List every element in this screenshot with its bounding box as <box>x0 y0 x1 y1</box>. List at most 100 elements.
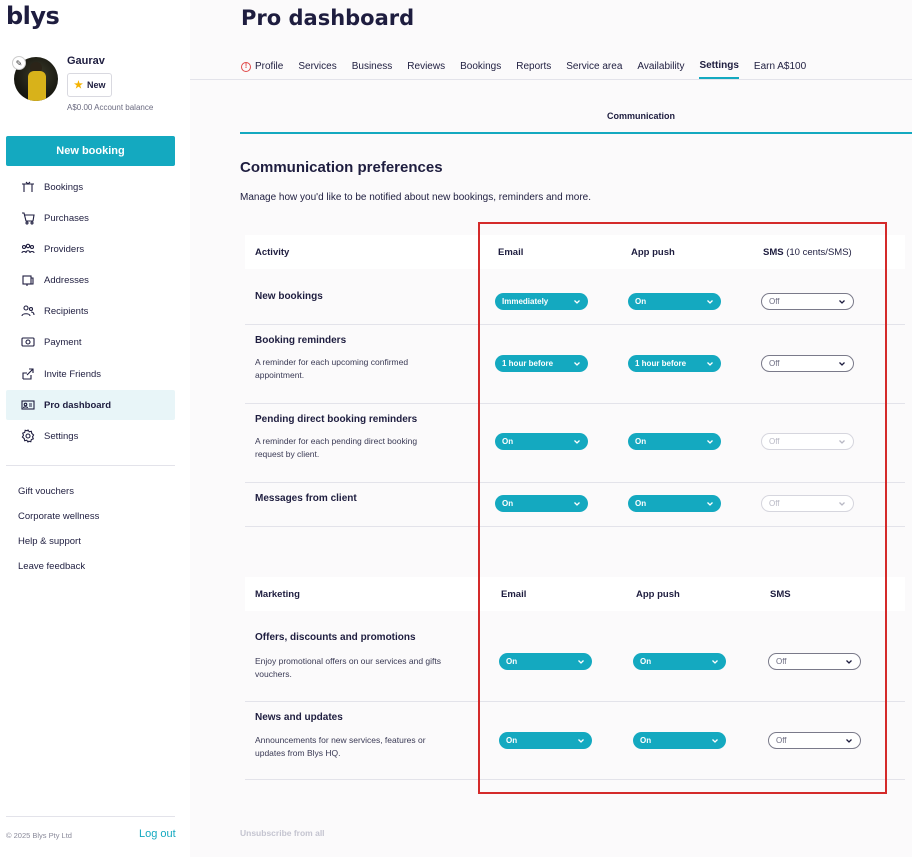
email-select[interactable]: On <box>499 653 592 670</box>
sidebar-item-label: Providers <box>44 243 85 255</box>
chevron-down-icon <box>578 659 584 664</box>
corporate-wellness-link[interactable]: Corporate wellness <box>18 511 99 522</box>
push-select[interactable]: On <box>633 653 726 670</box>
account-balance: A$0.00 Account balance <box>67 103 154 112</box>
table-row: Booking reminders A reminder for each up… <box>245 325 905 404</box>
new-badge-label: New <box>86 80 106 90</box>
email-select[interactable]: On <box>495 495 588 512</box>
tab-settings[interactable]: Settings <box>699 57 739 79</box>
push-select-value: On <box>640 657 652 666</box>
sms-select[interactable]: Off <box>768 653 861 670</box>
row-description: A reminder for each pending direct booki… <box>255 436 418 459</box>
row-title: Offers, discounts and promotions <box>255 632 416 643</box>
tab-label: Profile <box>255 61 284 72</box>
row-description: Enjoy promotional offers on our services… <box>255 656 441 679</box>
tab-services[interactable]: Services <box>298 57 336 79</box>
chevron-down-icon <box>574 439 580 444</box>
bookings-icon <box>20 180 36 194</box>
sidebar-item-label: Payment <box>44 336 82 348</box>
tab-availability[interactable]: Availability <box>637 57 684 79</box>
sidebar-item-pro-dashboard[interactable]: Pro dashboard <box>6 390 175 420</box>
chevron-down-icon <box>846 738 852 743</box>
section-title: Communication preferences <box>240 159 443 176</box>
sms-header-label: SMS <box>763 247 784 258</box>
help-support-link[interactable]: Help & support <box>18 536 81 547</box>
chevron-down-icon <box>707 299 713 304</box>
push-select[interactable]: On <box>633 732 726 749</box>
sidebar-item-label: Pro dashboard <box>44 399 112 411</box>
logout-link[interactable]: Log out <box>139 828 176 840</box>
chevron-down-icon <box>707 501 713 506</box>
email-select-value: On <box>506 736 518 745</box>
subtab-communication[interactable]: Communication <box>607 111 675 121</box>
row-description: A reminder for each upcoming confirmed a… <box>255 357 409 380</box>
push-select[interactable]: On <box>628 293 721 310</box>
sidebar-item-providers[interactable]: Providers <box>6 234 175 264</box>
table-row: Pending direct booking reminders A remin… <box>245 404 905 483</box>
sidebar-item-addresses[interactable]: Addresses <box>6 265 175 295</box>
email-select-value: On <box>502 499 514 508</box>
section-description: Manage how you'd like to be notified abo… <box>240 192 592 203</box>
push-select[interactable]: 1 hour before <box>628 355 721 372</box>
star-icon: ★ <box>74 79 83 91</box>
sms-select-value: Off <box>769 359 780 368</box>
email-select[interactable]: On <box>499 732 592 749</box>
tab-bar: ! Profile Services Business Reviews Booki… <box>241 57 821 79</box>
chevron-down-icon <box>846 659 852 664</box>
unsubscribe-link[interactable]: Unsubscribe from all <box>240 828 325 838</box>
sidebar-item-label: Bookings <box>44 181 84 193</box>
sidebar-item-settings[interactable]: Settings <box>6 421 175 451</box>
push-select[interactable]: On <box>628 433 721 450</box>
sidebar-divider <box>6 465 175 466</box>
sms-select[interactable]: Off <box>761 355 854 372</box>
tab-bookings[interactable]: Bookings <box>460 57 501 79</box>
tab-earn[interactable]: Earn A$100 <box>754 57 806 79</box>
leave-feedback-link[interactable]: Leave feedback <box>18 561 85 572</box>
tab-reports[interactable]: Reports <box>516 57 551 79</box>
tab-reviews[interactable]: Reviews <box>407 57 445 79</box>
tab-service-area[interactable]: Service area <box>566 57 622 79</box>
email-select-value: On <box>506 657 518 666</box>
chevron-down-icon <box>839 361 845 366</box>
activity-header: Activity <box>255 247 290 258</box>
push-select[interactable]: On <box>628 495 721 512</box>
tab-profile[interactable]: ! Profile <box>241 57 283 79</box>
tab-business[interactable]: Business <box>352 57 393 79</box>
push-select-value: On <box>635 437 647 446</box>
email-select-value: 1 hour before <box>502 359 554 368</box>
providers-icon <box>20 242 36 256</box>
sidebar-item-payment[interactable]: Payment <box>6 327 175 357</box>
sms-select[interactable]: Off <box>768 732 861 749</box>
edit-avatar-icon[interactable]: ✎ <box>12 56 26 70</box>
page-title: Pro dashboard <box>241 6 415 30</box>
sms-header: SMS <box>770 589 791 600</box>
row-title: Messages from client <box>255 493 357 504</box>
sms-select-value: Off <box>769 297 780 306</box>
email-select[interactable]: On <box>495 433 588 450</box>
email-select[interactable]: 1 hour before <box>495 355 588 372</box>
sms-select[interactable]: Off <box>761 293 854 310</box>
sidebar-item-label: Settings <box>44 430 79 442</box>
payment-icon <box>20 335 36 349</box>
email-select[interactable]: Immediately <box>495 293 588 310</box>
sidebar: blys ✎ Gaurav ★ New A$0.00 Account balan… <box>0 0 190 857</box>
new-booking-button[interactable]: New booking <box>6 136 175 166</box>
sidebar-item-invite-friends[interactable]: Invite Friends <box>6 359 175 389</box>
sidebar-item-purchases[interactable]: Purchases <box>6 203 175 233</box>
purchases-icon <box>20 211 36 225</box>
sms-select-value: Off <box>776 657 787 666</box>
chevron-down-icon <box>707 361 713 366</box>
sidebar-item-bookings[interactable]: Bookings <box>6 172 175 202</box>
sidebar-divider-bottom <box>6 816 175 817</box>
email-header: Email <box>498 247 524 258</box>
chevron-down-icon <box>839 439 845 444</box>
chevron-down-icon <box>574 299 580 304</box>
gift-vouchers-link[interactable]: Gift vouchers <box>18 486 74 497</box>
push-select-value: On <box>640 736 652 745</box>
sidebar-item-recipients[interactable]: Recipients <box>6 296 175 326</box>
app-push-header: App push <box>636 589 680 600</box>
blys-logo[interactable]: blys <box>6 2 60 30</box>
recipients-icon <box>20 304 36 318</box>
email-header: Email <box>501 589 527 600</box>
chevron-down-icon <box>574 361 580 366</box>
